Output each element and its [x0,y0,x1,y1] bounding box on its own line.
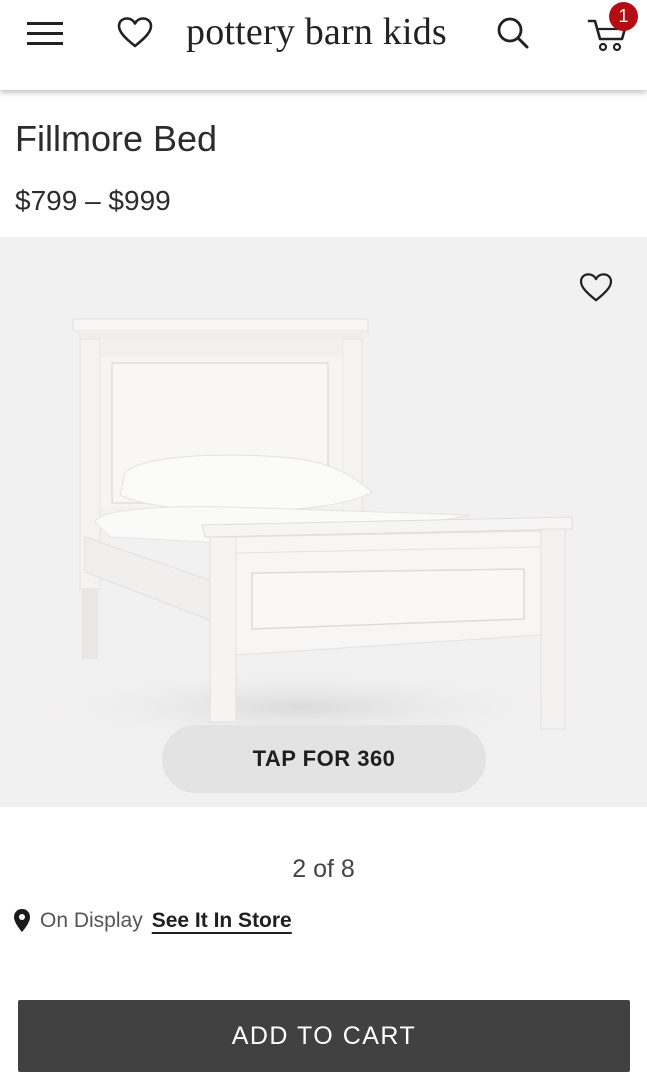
bed-product-image [10,318,590,747]
store-availability: On Display See It In Store [12,903,292,939]
product-price-range: $799 – $999 [15,185,171,216]
wishlist-button[interactable] [112,10,158,56]
add-to-cart-button[interactable]: ADD TO CART [18,1000,630,1072]
heart-outline-icon [117,17,153,48]
favorite-button[interactable] [574,267,618,309]
location-pin-icon [14,909,30,932]
see-it-in-store-link[interactable]: See It In Store [152,909,292,933]
search-icon [497,17,529,49]
tap-for-360-button[interactable]: TAP FOR 360 [162,725,486,793]
image-counter: 2 of 8 [292,855,355,883]
product-title: Fillmore Bed [15,118,218,159]
on-display-label: On Display [40,909,143,932]
hamburger-menu-icon [27,22,63,45]
top-nav-bar: pottery barn kids 1 [0,0,647,90]
search-button[interactable] [490,10,536,56]
heart-outline-icon [579,273,613,302]
product-image-gallery[interactable]: TAP FOR 360 [0,237,647,807]
brand-logo[interactable]: pottery barn kids [186,8,447,56]
cart-count-badge: 1 [609,2,638,31]
menu-button[interactable] [22,12,68,54]
